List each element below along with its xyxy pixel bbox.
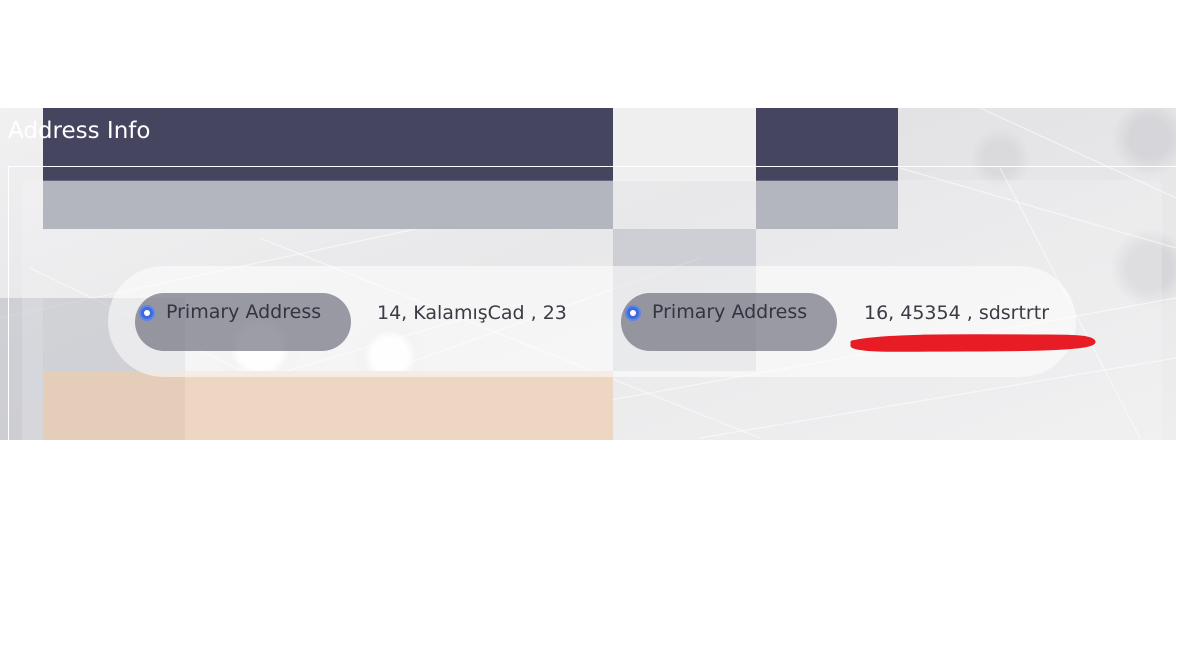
radio-selected-icon[interactable] <box>625 305 641 321</box>
address-info-panel: Address Info Primary Address 14, Kalamış… <box>0 108 1176 440</box>
red-underline-annotation <box>850 334 1096 352</box>
address-type-label: Primary Address <box>652 301 808 323</box>
address-type-option[interactable]: Primary Address <box>621 293 837 351</box>
section-title: Address Info <box>8 118 151 144</box>
radio-selected-icon[interactable] <box>139 305 155 321</box>
address-type-label: Primary Address <box>166 301 322 323</box>
address-type-option[interactable]: Primary Address <box>135 293 351 351</box>
address-value: 14, KalamışCad , 23 <box>377 302 567 324</box>
address-value: 16, 45354 , sdsrtrtr <box>864 302 1050 324</box>
